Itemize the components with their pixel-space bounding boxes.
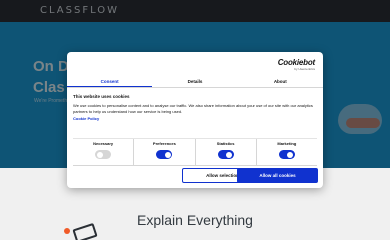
cookie-category-toggles: Necessary Preferences Statistics Marketi… xyxy=(73,139,317,165)
toggle-knob xyxy=(226,151,233,158)
preferences-toggle[interactable] xyxy=(156,150,173,159)
consent-content: This website uses cookies We use cookies… xyxy=(73,94,317,121)
statistics-toggle[interactable] xyxy=(217,150,234,159)
toggle-knob xyxy=(164,151,171,158)
consent-tabs: Consent Details About xyxy=(67,76,323,88)
toggles-divider-bottom xyxy=(73,165,317,166)
category-marketing: Marketing xyxy=(257,139,317,165)
necessary-toggle xyxy=(95,150,112,159)
allow-all-cookies-button[interactable]: Allow all cookies xyxy=(237,168,318,183)
tab-about[interactable]: About xyxy=(238,76,323,87)
doodle-dot-icon xyxy=(64,228,70,234)
consent-heading: This website uses cookies xyxy=(73,94,130,99)
section-heading: Explain Everything xyxy=(137,212,253,228)
brand-name: Cookiebot xyxy=(277,58,316,67)
category-statistics: Statistics xyxy=(196,139,257,165)
category-label: Statistics xyxy=(216,141,235,146)
category-label: Necessary xyxy=(93,141,114,146)
toggle-knob xyxy=(287,151,294,158)
cookie-policy-link[interactable]: Cookie Policy xyxy=(73,116,317,121)
tab-details[interactable]: Details xyxy=(152,76,237,87)
category-label: Preferences xyxy=(152,141,176,146)
brand-sub: by Usercentrics xyxy=(294,67,315,71)
toggle-knob xyxy=(96,151,103,158)
tab-consent[interactable]: Consent xyxy=(67,76,153,87)
consent-description: We use cookies to personalise content an… xyxy=(73,103,313,114)
category-necessary: Necessary xyxy=(73,139,135,165)
category-preferences: Preferences xyxy=(134,139,196,165)
category-label: Marketing xyxy=(277,141,297,146)
cookie-consent-dialog: Cookiebot by Usercentrics Consent Detail… xyxy=(67,52,323,188)
cookiebot-logo: Cookiebot by Usercentrics xyxy=(277,58,316,71)
marketing-toggle[interactable] xyxy=(278,150,295,159)
